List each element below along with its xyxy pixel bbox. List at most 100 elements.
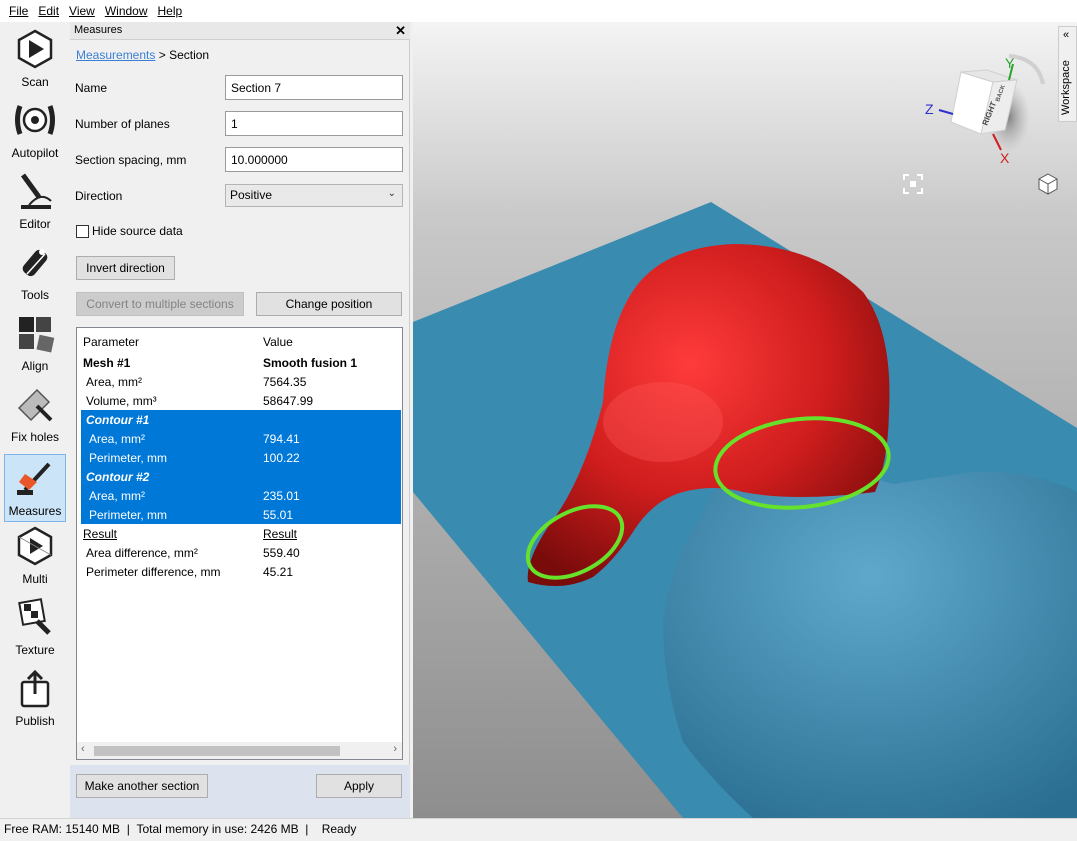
section-spacing-field[interactable] [225, 147, 403, 172]
cell-parameter: Contour #2 [86, 470, 150, 484]
cell-value: 235.01 [263, 489, 300, 503]
menu-bar: File Edit View Window Help [0, 0, 1077, 22]
ready-status: Ready [321, 822, 357, 836]
cell-parameter: Volume, mm³ [86, 394, 157, 408]
tool-tools[interactable]: Tools [4, 237, 66, 305]
table-row[interactable]: Volume, mm³ 58647.99 [77, 391, 402, 410]
change-position-button[interactable]: Change position [256, 292, 402, 316]
chevron-down-icon: ⌄ [387, 188, 396, 199]
menu-window[interactable]: Window [100, 4, 153, 18]
measures-panel: Measures ✕ Measurements > Section Name N… [70, 22, 410, 818]
x-axis-label: X [1000, 150, 1010, 166]
autopilot-icon [13, 98, 57, 142]
scrollbar-thumb[interactable] [94, 746, 340, 756]
breadcrumb-link-measurements[interactable]: Measurements [76, 48, 155, 62]
cell-value: Smooth fusion 1 [263, 356, 357, 370]
cell-parameter: Result [83, 527, 118, 541]
menu-help[interactable]: Help [153, 4, 188, 18]
table-header: Parameter Value [77, 332, 402, 351]
name-field[interactable] [225, 75, 403, 100]
cell-value: 55.01 [263, 508, 294, 522]
results-table: Parameter Value Mesh #1 Smooth fusion 1 … [76, 327, 403, 760]
tools-icon [13, 240, 57, 284]
cell-parameter: Area, mm² [86, 375, 143, 389]
table-row[interactable]: Contour #1 [81, 410, 401, 429]
hide-source-label: Hide source data [92, 224, 183, 238]
tool-fix-holes[interactable]: Fix holes [4, 379, 66, 447]
scene-render: RIGHT BACK Z Y X [413, 22, 1077, 818]
direction-label: Direction [75, 189, 123, 203]
panel-title-text: Measures [74, 24, 123, 36]
table-row[interactable]: Area, mm² 7564.35 [77, 372, 402, 391]
menu-edit[interactable]: Edit [33, 4, 64, 18]
table-row[interactable]: Perimeter, mm 100.22 [81, 448, 401, 467]
table-row[interactable]: Contour #2 [81, 467, 401, 486]
table-row[interactable]: Mesh #1 Smooth fusion 1 [77, 353, 402, 372]
cell-parameter: Mesh #1 [83, 356, 131, 370]
workspace-tab[interactable]: « Workspace [1058, 26, 1077, 122]
make-another-section-button[interactable]: Make another section [76, 774, 208, 798]
status-bar: Free RAM: 15140 MB | Total memory in use… [0, 818, 1077, 841]
cell-parameter: Area, mm² [89, 489, 146, 503]
table-row[interactable]: Result Result [77, 524, 402, 543]
column-header-parameter[interactable]: Parameter [83, 335, 139, 349]
planes-label: Number of planes [75, 117, 170, 131]
home-view-cube-icon[interactable] [1038, 173, 1058, 195]
status-separator: | [298, 822, 322, 836]
breadcrumb-separator: > [155, 48, 170, 62]
table-row[interactable]: Area, mm² 794.41 [81, 429, 401, 448]
breadcrumb-current: Section [169, 48, 210, 62]
tool-texture[interactable]: Texture [4, 592, 66, 660]
panel-footer: Make another section Apply [70, 765, 410, 818]
scroll-left-icon[interactable]: ‹ [81, 743, 85, 755]
tool-multi[interactable]: Multi [4, 521, 66, 589]
collapse-chevron-icon[interactable]: « [1063, 29, 1069, 41]
cell-value: 58647.99 [263, 394, 314, 408]
horizontal-scrollbar[interactable]: ‹ › [77, 742, 402, 759]
cell-parameter: Area, mm² [89, 432, 146, 446]
convert-to-multiple-sections-button[interactable]: Convert to multiple sections [76, 292, 244, 316]
multi-icon [13, 524, 57, 568]
cell-value: 7564.35 [263, 375, 307, 389]
close-icon[interactable]: ✕ [395, 23, 406, 39]
breadcrumb: Measurements > Section [76, 48, 209, 62]
cell-parameter: Perimeter difference, mm [86, 565, 221, 579]
table-row[interactable]: Area difference, mm² 559.40 [77, 543, 402, 562]
3d-viewport[interactable]: RIGHT BACK Z Y X [413, 22, 1077, 818]
tool-editor[interactable]: Editor [4, 166, 66, 234]
panel-title: Measures ✕ [70, 22, 410, 40]
column-header-value[interactable]: Value [263, 335, 293, 349]
cell-parameter: Contour #1 [86, 413, 150, 427]
cell-parameter: Perimeter, mm [89, 451, 168, 465]
tool-align[interactable]: Align [4, 308, 66, 376]
invert-direction-button[interactable]: Invert direction [76, 256, 175, 280]
checkbox-box[interactable] [76, 224, 89, 238]
mesh-highlight [603, 382, 723, 462]
cell-value: 100.22 [263, 451, 300, 465]
cell-value: 559.40 [263, 546, 300, 560]
cell-parameter: Area difference, mm² [86, 546, 198, 560]
tool-publish[interactable]: Publish [4, 663, 66, 731]
direction-select[interactable]: Positive ⌄ [225, 184, 403, 207]
menu-view[interactable]: View [64, 4, 100, 18]
free-ram-status: Free RAM: 15140 MB [4, 822, 121, 836]
workspace-tab-label: Workspace [1060, 60, 1072, 115]
hide-source-checkbox[interactable]: Hide source data [76, 224, 183, 238]
y-axis-label: Y [1005, 55, 1015, 71]
apply-button[interactable]: Apply [316, 774, 402, 798]
direction-value: Positive [230, 188, 273, 202]
table-row[interactable]: Area, mm² 235.01 [81, 486, 401, 505]
tool-measures[interactable]: Measures [4, 454, 66, 522]
menu-file[interactable]: File [4, 4, 33, 18]
number-of-planes-field[interactable] [225, 111, 403, 136]
fix-holes-icon [13, 382, 57, 426]
tool-scan[interactable]: Scan [4, 24, 66, 92]
tool-autopilot[interactable]: Autopilot [4, 95, 66, 163]
total-memory-status: Total memory in use: 2426 MB [136, 822, 299, 836]
cell-value: 45.21 [263, 565, 294, 579]
editor-icon [13, 169, 57, 213]
align-icon [13, 311, 57, 355]
table-row[interactable]: Perimeter difference, mm 45.21 [77, 562, 402, 581]
table-row[interactable]: Perimeter, mm 55.01 [81, 505, 401, 524]
scroll-right-icon[interactable]: › [393, 743, 397, 755]
